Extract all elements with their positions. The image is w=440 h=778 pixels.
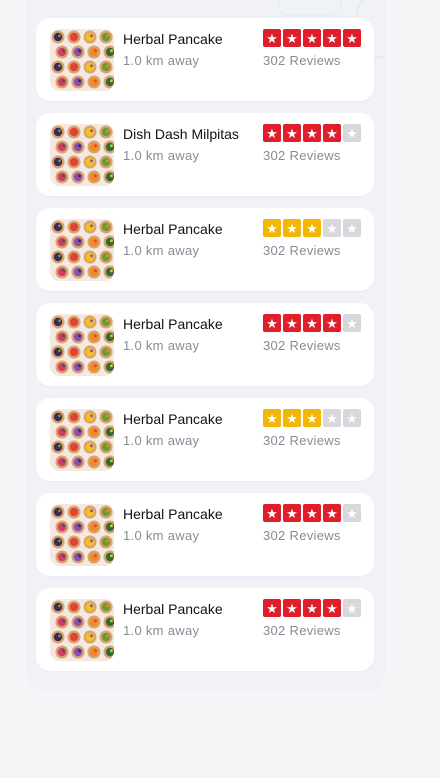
star-rating: ★ ★ ★ ★ ★ bbox=[263, 504, 361, 522]
star-icon: ★ bbox=[343, 504, 361, 522]
food-thumbnail bbox=[50, 124, 114, 186]
decorative-pattern bbox=[278, 0, 342, 16]
food-thumbnail bbox=[50, 599, 114, 661]
star-icon: ★ bbox=[283, 504, 301, 522]
restaurant-name: Herbal Pancake bbox=[123, 31, 223, 47]
restaurant-distance: 1.0 km away bbox=[123, 528, 200, 543]
star-icon: ★ bbox=[343, 219, 361, 237]
star-rating: ★ ★ ★ ★ ★ bbox=[263, 409, 361, 427]
restaurant-name: Herbal Pancake bbox=[123, 601, 223, 617]
food-thumbnail bbox=[50, 409, 114, 471]
star-icon: ★ bbox=[303, 409, 321, 427]
star-icon: ★ bbox=[263, 599, 281, 617]
restaurant-card[interactable]: Herbal Pancake 1.0 km away ★ ★ ★ ★ ★ 302 Rev… bbox=[36, 588, 374, 671]
restaurant-card[interactable]: Herbal Pancake 1.0 km away ★ ★ ★ ★ ★ 302 Rev… bbox=[36, 208, 374, 291]
star-icon: ★ bbox=[303, 504, 321, 522]
review-count: 302 Reviews bbox=[263, 433, 341, 448]
restaurant-name: Herbal Pancake bbox=[123, 316, 223, 332]
star-icon: ★ bbox=[323, 29, 341, 47]
restaurant-name: Herbal Pancake bbox=[123, 506, 223, 522]
restaurant-card[interactable]: Herbal Pancake 1.0 km away ★ ★ ★ ★ ★ 302 Rev… bbox=[36, 303, 374, 386]
restaurant-distance: 1.0 km away bbox=[123, 243, 200, 258]
star-icon: ★ bbox=[323, 409, 341, 427]
star-icon: ★ bbox=[263, 219, 281, 237]
star-rating: ★ ★ ★ ★ ★ bbox=[263, 314, 361, 332]
review-count: 302 Reviews bbox=[263, 53, 341, 68]
star-rating: ★ ★ ★ ★ ★ bbox=[263, 599, 361, 617]
star-icon: ★ bbox=[303, 314, 321, 332]
star-icon: ★ bbox=[263, 124, 281, 142]
restaurant-distance: 1.0 km away bbox=[123, 148, 200, 163]
star-icon: ★ bbox=[263, 504, 281, 522]
restaurant-name: Dish Dash Milpitas bbox=[123, 126, 239, 142]
star-icon: ★ bbox=[343, 124, 361, 142]
star-icon: ★ bbox=[323, 599, 341, 617]
star-icon: ★ bbox=[283, 314, 301, 332]
star-icon: ★ bbox=[343, 29, 361, 47]
star-icon: ★ bbox=[283, 124, 301, 142]
star-icon: ★ bbox=[323, 219, 341, 237]
star-icon: ★ bbox=[303, 29, 321, 47]
star-icon: ★ bbox=[263, 314, 281, 332]
review-count: 302 Reviews bbox=[263, 243, 341, 258]
review-count: 302 Reviews bbox=[263, 338, 341, 353]
star-icon: ★ bbox=[283, 29, 301, 47]
food-thumbnail bbox=[50, 29, 114, 91]
star-icon: ★ bbox=[323, 124, 341, 142]
star-icon: ★ bbox=[303, 599, 321, 617]
food-thumbnail bbox=[50, 219, 114, 281]
star-rating: ★ ★ ★ ★ ★ bbox=[263, 219, 361, 237]
restaurant-card[interactable]: Herbal Pancake 1.0 km away ★ ★ ★ ★ ★ 302 Rev… bbox=[36, 398, 374, 481]
restaurant-list: Herbal Pancake 1.0 km away ★ ★ ★ ★ ★ 302 Rev… bbox=[36, 18, 374, 683]
star-icon: ★ bbox=[323, 504, 341, 522]
food-thumbnail bbox=[50, 504, 114, 566]
review-count: 302 Reviews bbox=[263, 623, 341, 638]
star-rating: ★ ★ ★ ★ ★ bbox=[263, 124, 361, 142]
star-icon: ★ bbox=[323, 314, 341, 332]
restaurant-card[interactable]: Herbal Pancake 1.0 km away ★ ★ ★ ★ ★ 302 Rev… bbox=[36, 493, 374, 576]
restaurant-distance: 1.0 km away bbox=[123, 433, 200, 448]
food-thumbnail bbox=[50, 314, 114, 376]
star-rating: ★ ★ ★ ★ ★ bbox=[263, 29, 361, 47]
star-icon: ★ bbox=[263, 409, 281, 427]
star-icon: ★ bbox=[283, 599, 301, 617]
review-count: 302 Reviews bbox=[263, 528, 341, 543]
star-icon: ★ bbox=[263, 29, 281, 47]
restaurant-card[interactable]: Dish Dash Milpitas 1.0 km away ★ ★ ★ ★ ★ 302… bbox=[36, 113, 374, 196]
restaurant-distance: 1.0 km away bbox=[123, 338, 200, 353]
star-icon: ★ bbox=[343, 409, 361, 427]
restaurant-name: Herbal Pancake bbox=[123, 411, 223, 427]
review-count: 302 Reviews bbox=[263, 148, 341, 163]
restaurant-name: Herbal Pancake bbox=[123, 221, 223, 237]
restaurant-card[interactable]: Herbal Pancake 1.0 km away ★ ★ ★ ★ ★ 302 Rev… bbox=[36, 18, 374, 101]
restaurant-distance: 1.0 km away bbox=[123, 623, 200, 638]
star-icon: ★ bbox=[303, 219, 321, 237]
star-icon: ★ bbox=[283, 219, 301, 237]
star-icon: ★ bbox=[303, 124, 321, 142]
star-icon: ★ bbox=[343, 599, 361, 617]
star-icon: ★ bbox=[283, 409, 301, 427]
restaurant-distance: 1.0 km away bbox=[123, 53, 200, 68]
star-icon: ★ bbox=[343, 314, 361, 332]
